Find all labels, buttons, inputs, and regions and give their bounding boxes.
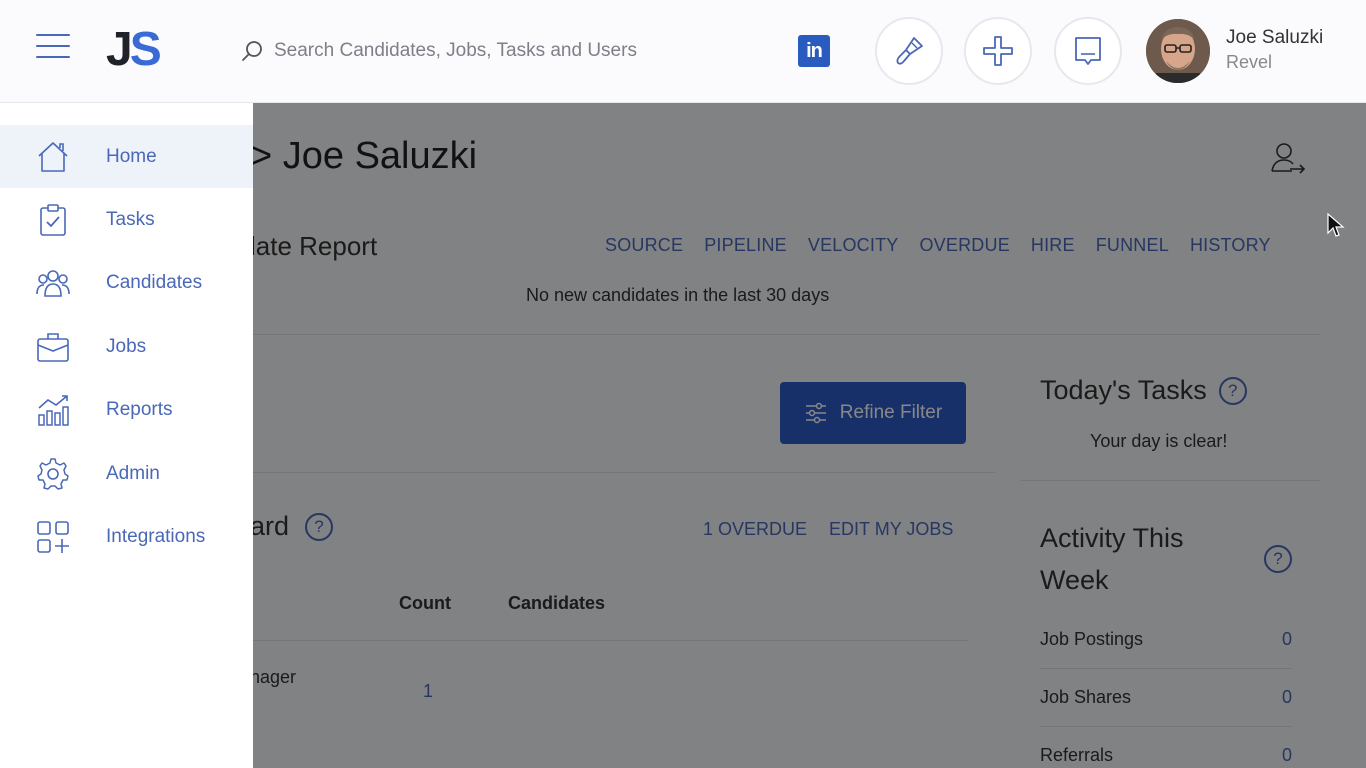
sidebar-item-label: Admin <box>106 462 160 484</box>
logo-letter-j: J <box>106 23 133 76</box>
messages-button[interactable] <box>1054 17 1122 85</box>
global-search <box>240 34 760 68</box>
clipboard-icon <box>35 202 71 238</box>
sidebar-item-tasks[interactable]: Tasks <box>0 188 253 251</box>
sidebar-item-label: Candidates <box>106 272 203 294</box>
sidebar-item-integrations[interactable]: Integrations <box>0 505 253 568</box>
sidebar-item-home[interactable]: Home <box>0 125 253 189</box>
user-avatar[interactable] <box>1146 19 1210 83</box>
sidebar-item-candidates[interactable]: Candidates <box>0 252 253 315</box>
sidebar-backdrop-overlay[interactable] <box>253 103 1366 768</box>
grid-plus-icon <box>35 519 71 555</box>
paintbrush-icon <box>896 37 923 65</box>
sidebar-item-jobs[interactable]: Jobs <box>0 315 253 378</box>
linkedin-icon[interactable]: in <box>798 35 830 67</box>
sidebar-item-reports[interactable]: Reports <box>0 379 253 442</box>
avatar-photo-icon <box>1146 19 1210 83</box>
mouse-cursor-icon <box>1327 213 1345 237</box>
plus-icon <box>983 36 1013 66</box>
sidebar-item-label: Integrations <box>106 526 206 548</box>
user-name[interactable]: Joe Saluzki <box>1226 27 1323 49</box>
chart-icon <box>35 392 71 428</box>
gear-icon <box>35 456 71 492</box>
theme-brush-button[interactable] <box>875 17 943 85</box>
sidebar-item-admin[interactable]: Admin <box>0 442 253 505</box>
chat-bubble-icon <box>1075 37 1101 65</box>
top-header: JS in Joe Saluzki Revel <box>0 0 1366 103</box>
sidebar-item-label: Reports <box>106 399 173 421</box>
sidebar-item-label: Tasks <box>106 209 155 231</box>
home-icon <box>35 139 71 175</box>
sidebar-item-label: Home <box>106 145 157 167</box>
users-icon <box>35 265 71 301</box>
search-icon <box>242 41 262 61</box>
nav-sidebar: Home Tasks Candidates Jobs Reports Admin <box>0 103 253 768</box>
logo-letter-s: S <box>129 23 162 76</box>
hamburger-menu-icon[interactable] <box>36 34 70 60</box>
app-logo[interactable]: JS <box>106 23 162 76</box>
search-input[interactable] <box>274 40 754 62</box>
briefcase-icon <box>35 329 71 365</box>
add-new-button[interactable] <box>964 17 1032 85</box>
user-organization: Revel <box>1226 52 1273 72</box>
sidebar-item-label: Jobs <box>106 335 147 357</box>
